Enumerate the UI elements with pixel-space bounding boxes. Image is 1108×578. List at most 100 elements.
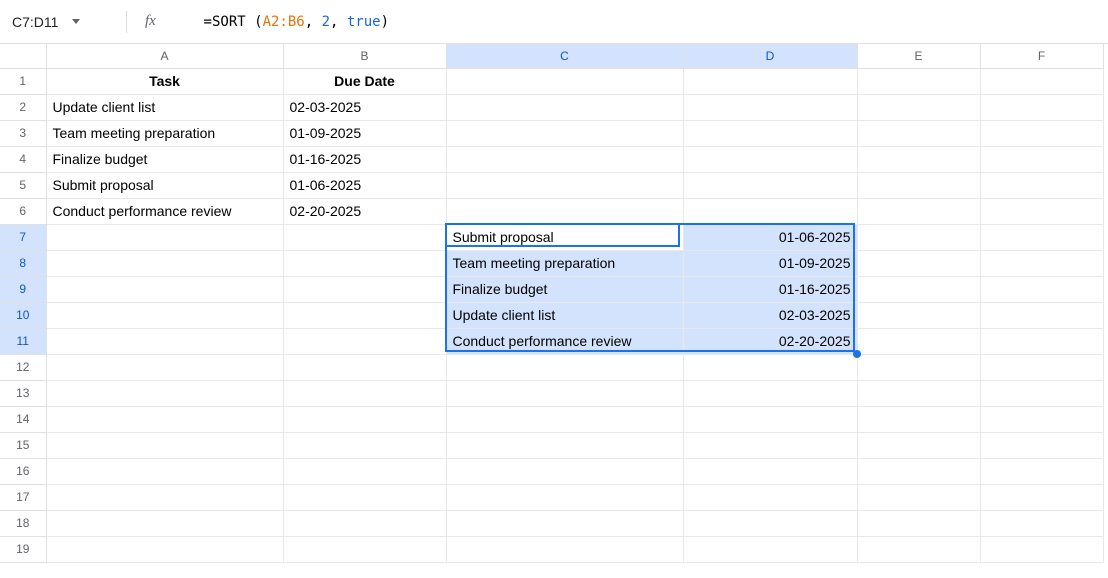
cell[interactable]	[980, 536, 1103, 562]
row-header[interactable]: 4	[0, 146, 46, 172]
cell[interactable]	[980, 510, 1103, 536]
cell[interactable]	[46, 224, 283, 250]
cell[interactable]	[283, 432, 446, 458]
row-header[interactable]: 8	[0, 250, 46, 276]
cell-A2[interactable]: Update client list	[46, 94, 283, 120]
cell-A5[interactable]: Submit proposal	[46, 172, 283, 198]
cell[interactable]	[446, 354, 683, 380]
col-header-C[interactable]: C	[446, 44, 683, 68]
cell-C1[interactable]	[446, 68, 683, 94]
row-header[interactable]: 18	[0, 510, 46, 536]
cell-A4[interactable]: Finalize budget	[46, 146, 283, 172]
cell[interactable]	[46, 302, 283, 328]
cell[interactable]	[446, 510, 683, 536]
cell[interactable]	[46, 484, 283, 510]
row-header[interactable]: 6	[0, 198, 46, 224]
cell[interactable]	[283, 406, 446, 432]
cell[interactable]	[283, 484, 446, 510]
cell-D8[interactable]: 01-09-2025	[683, 250, 857, 276]
cell-E1[interactable]	[857, 68, 980, 94]
cell-B6[interactable]: 02-20-2025	[283, 198, 446, 224]
cell[interactable]	[283, 302, 446, 328]
cell[interactable]	[46, 510, 283, 536]
cell[interactable]	[857, 224, 980, 250]
row-header[interactable]: 19	[0, 536, 46, 562]
cell-A1[interactable]: Task	[46, 68, 283, 94]
cell-D10[interactable]: 02-03-2025	[683, 302, 857, 328]
cell-C7[interactable]: Submit proposal	[446, 224, 683, 250]
cell[interactable]	[857, 328, 980, 354]
cell[interactable]	[980, 146, 1103, 172]
row-header[interactable]: 12	[0, 354, 46, 380]
cell[interactable]	[683, 146, 857, 172]
cell[interactable]	[857, 276, 980, 302]
col-header-F[interactable]: F	[980, 44, 1103, 68]
cell[interactable]	[683, 484, 857, 510]
cell[interactable]	[283, 354, 446, 380]
cell[interactable]	[446, 458, 683, 484]
row-header[interactable]: 16	[0, 458, 46, 484]
cell[interactable]	[446, 172, 683, 198]
cell[interactable]	[446, 380, 683, 406]
cell[interactable]	[857, 380, 980, 406]
cell[interactable]	[857, 354, 980, 380]
cell[interactable]	[446, 146, 683, 172]
cell-A6[interactable]: Conduct performance review	[46, 198, 283, 224]
cell[interactable]	[980, 224, 1103, 250]
cell-D1[interactable]	[683, 68, 857, 94]
cell[interactable]	[857, 250, 980, 276]
cell[interactable]	[980, 484, 1103, 510]
cell-B1[interactable]: Due Date	[283, 68, 446, 94]
cell[interactable]	[683, 406, 857, 432]
cell-D9[interactable]: 01-16-2025	[683, 276, 857, 302]
cell[interactable]	[283, 536, 446, 562]
cell-F1[interactable]	[980, 68, 1103, 94]
row-header[interactable]: 7	[0, 224, 46, 250]
cell[interactable]	[980, 432, 1103, 458]
formula-input[interactable]: =SORT (A2:B6, 2, true)	[170, 0, 1100, 46]
cell[interactable]	[857, 198, 980, 224]
cell[interactable]	[683, 458, 857, 484]
row-header[interactable]: 10	[0, 302, 46, 328]
cell[interactable]	[46, 250, 283, 276]
chevron-down-icon[interactable]	[72, 19, 80, 24]
spreadsheet-grid[interactable]: A B C D E F 1 Task Due Date 2 Update cli…	[0, 44, 1104, 563]
cell[interactable]	[980, 94, 1103, 120]
cell[interactable]	[857, 302, 980, 328]
cell-C8[interactable]: Team meeting preparation	[446, 250, 683, 276]
cell[interactable]	[283, 380, 446, 406]
cell-B2[interactable]: 02-03-2025	[283, 94, 446, 120]
cell[interactable]	[857, 510, 980, 536]
cell-B4[interactable]: 01-16-2025	[283, 146, 446, 172]
cell[interactable]	[980, 406, 1103, 432]
row-header[interactable]: 15	[0, 432, 46, 458]
cell[interactable]	[446, 536, 683, 562]
cell[interactable]	[857, 94, 980, 120]
cell[interactable]	[980, 120, 1103, 146]
row-header[interactable]: 14	[0, 406, 46, 432]
cell[interactable]	[980, 354, 1103, 380]
cell[interactable]	[683, 94, 857, 120]
cell-D7[interactable]: 01-06-2025	[683, 224, 857, 250]
col-header-A[interactable]: A	[46, 44, 283, 68]
cell[interactable]	[980, 380, 1103, 406]
row-header[interactable]: 13	[0, 380, 46, 406]
cell[interactable]	[980, 250, 1103, 276]
col-header-E[interactable]: E	[857, 44, 980, 68]
cell[interactable]	[446, 406, 683, 432]
cell[interactable]	[446, 120, 683, 146]
cell[interactable]	[683, 536, 857, 562]
cell[interactable]	[980, 276, 1103, 302]
cell[interactable]	[857, 146, 980, 172]
cell[interactable]	[446, 432, 683, 458]
cell[interactable]	[46, 536, 283, 562]
cell[interactable]	[683, 432, 857, 458]
cell[interactable]	[683, 198, 857, 224]
cell[interactable]	[980, 302, 1103, 328]
cell[interactable]	[683, 510, 857, 536]
select-all-corner[interactable]	[0, 44, 46, 68]
cell[interactable]	[683, 354, 857, 380]
row-header[interactable]: 5	[0, 172, 46, 198]
cell[interactable]	[283, 250, 446, 276]
cell[interactable]	[857, 484, 980, 510]
